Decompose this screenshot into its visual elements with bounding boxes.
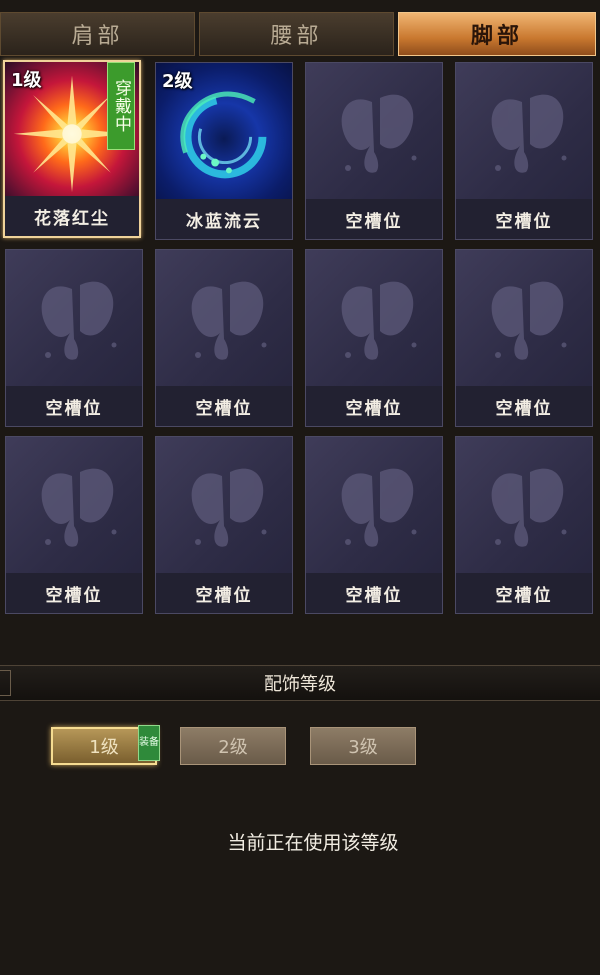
slot-name: 空槽位 (456, 199, 592, 239)
slot-item[interactable]: 空槽位 (455, 436, 593, 614)
level-3-button[interactable]: 3级 (310, 727, 416, 765)
tab-waist[interactable]: 腰部 (199, 12, 394, 56)
butterfly-icon (456, 250, 592, 388)
butterfly-icon (306, 250, 442, 388)
butterfly-icon (156, 437, 292, 575)
slot-item[interactable]: 空槽位 (455, 62, 593, 240)
slot-name: 花落红尘 (5, 196, 139, 236)
slot-level: 1级 (11, 70, 42, 91)
slot-name: 空槽位 (156, 386, 292, 426)
butterfly-icon (6, 250, 142, 388)
slot-name: 空槽位 (456, 573, 592, 613)
butterfly-icon (6, 437, 142, 575)
slot-item[interactable]: 1级 穿戴中 花落红尘 (3, 60, 141, 238)
slot-name: 空槽位 (306, 199, 442, 239)
tab-shoulder[interactable]: 肩部 (0, 12, 195, 56)
slot-name: 空槽位 (156, 573, 292, 613)
accessory-slot-grid: 1级 穿戴中 花落红尘 2级 冰蓝流云 空槽位 空槽位 空槽位 空槽位 空槽位 … (0, 60, 600, 615)
slot-item[interactable]: 空槽位 (305, 436, 443, 614)
slot-name: 空槽位 (306, 386, 442, 426)
butterfly-icon (156, 250, 292, 388)
butterfly-icon (306, 437, 442, 575)
slot-name: 空槽位 (456, 386, 592, 426)
slot-item[interactable]: 空槽位 (5, 436, 143, 614)
slot-name: 空槽位 (6, 573, 142, 613)
slot-item[interactable]: 空槽位 (155, 249, 293, 427)
slot-level: 2级 (162, 71, 193, 92)
slot-item[interactable]: 空槽位 (455, 249, 593, 427)
slot-item[interactable]: 空槽位 (305, 249, 443, 427)
level-status-text: 当前正在使用该等级 (227, 832, 399, 854)
butterfly-icon (456, 63, 592, 201)
butterfly-icon (456, 437, 592, 575)
slot-item[interactable]: 空槽位 (155, 436, 293, 614)
slot-item[interactable]: 2级 冰蓝流云 (155, 62, 293, 240)
slot-name: 空槽位 (6, 386, 142, 426)
level-2-button[interactable]: 2级 (180, 727, 286, 765)
butterfly-icon (306, 63, 442, 201)
slot-name: 冰蓝流云 (156, 199, 292, 239)
section-title: 配饰等级 (264, 674, 336, 695)
section-title-bar: 配饰等级 (0, 665, 600, 701)
slot-item[interactable]: 空槽位 (305, 62, 443, 240)
category-tabs: 肩部 腰部 脚部 (0, 12, 600, 58)
slot-item[interactable]: 空槽位 (5, 249, 143, 427)
wearing-badge: 穿戴中 (107, 62, 135, 150)
equip-badge: 装备 (138, 725, 160, 761)
slot-name: 空槽位 (306, 573, 442, 613)
tab-feet[interactable]: 脚部 (398, 12, 596, 56)
frame-corner-ornament (0, 670, 11, 696)
